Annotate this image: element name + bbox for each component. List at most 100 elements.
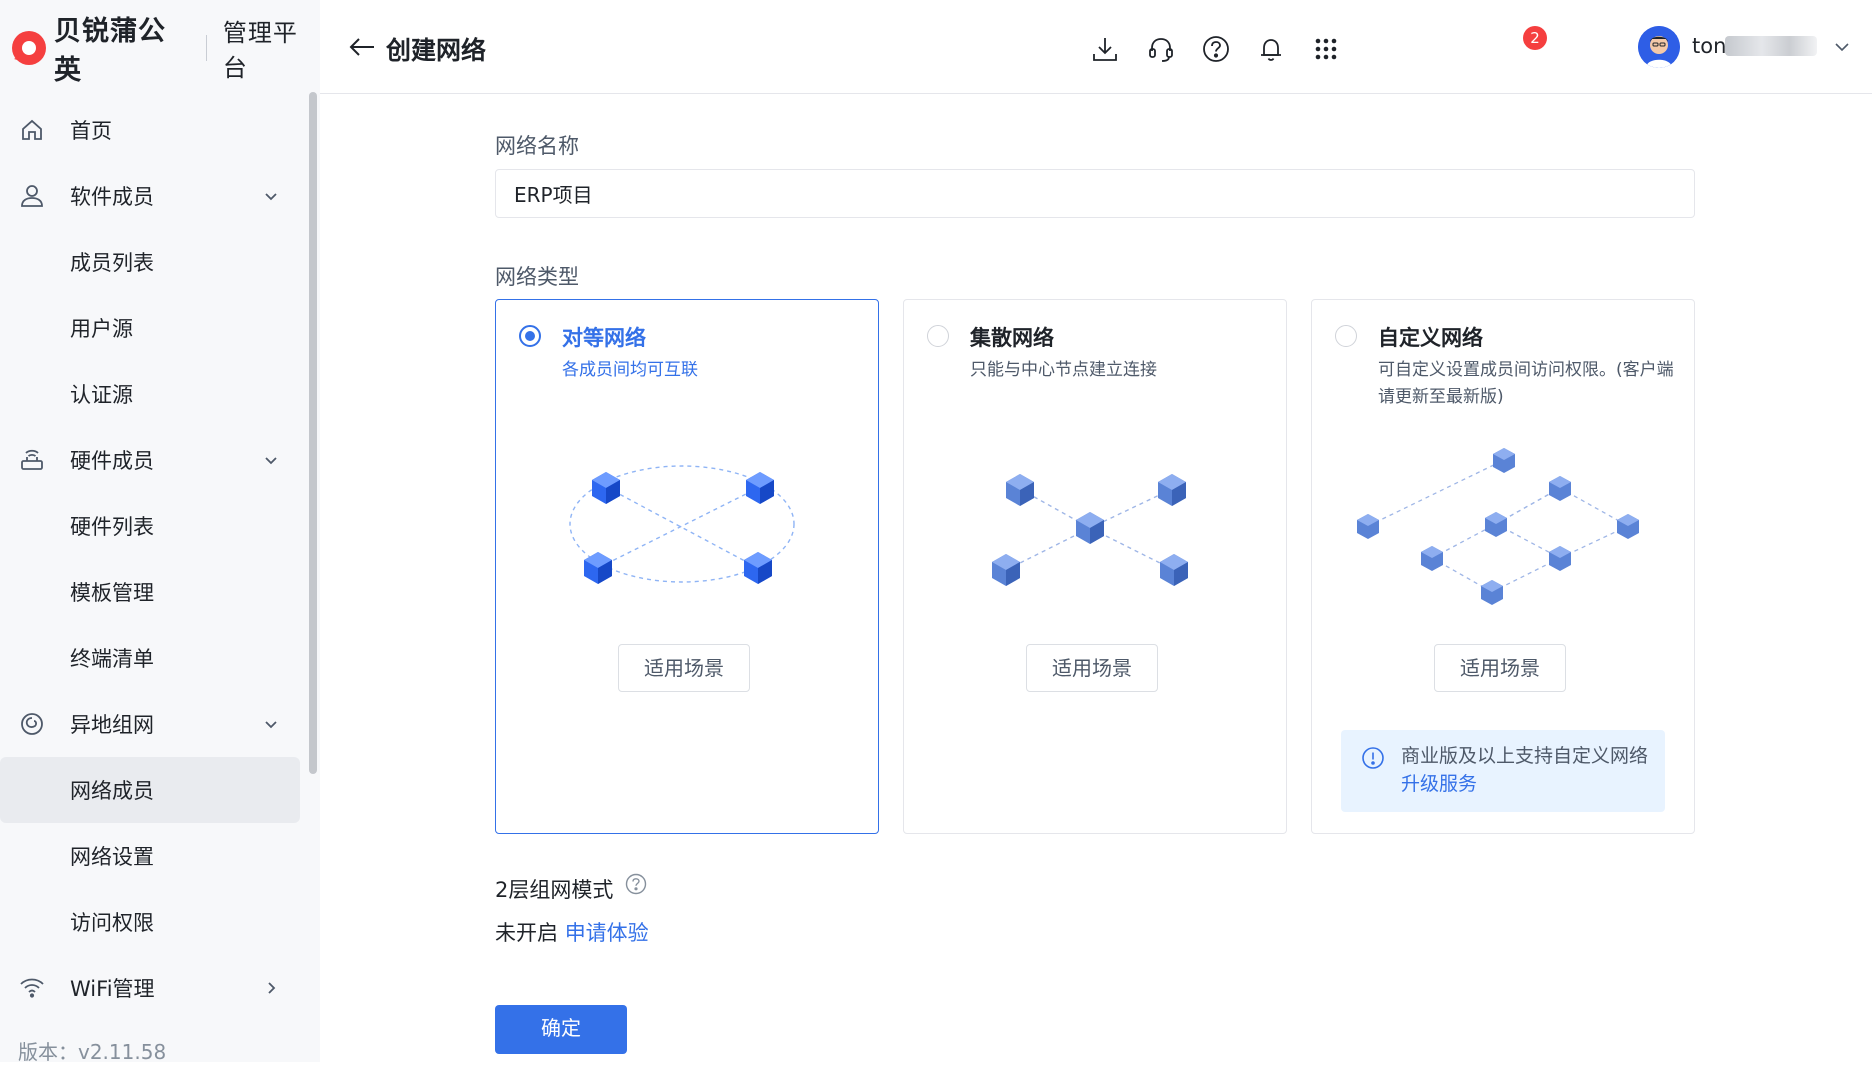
chevron-down-icon (265, 721, 277, 729)
sidebar-nav: 首页 软件成员 成员列表 用户源 认证源 硬件成员 硬件列表 模板管理 终端清单 (0, 97, 300, 1021)
node-cube-icon (1485, 512, 1507, 537)
sidebar-item-label: 网络设置 (70, 845, 154, 869)
sidebar-item-member-list[interactable]: 成员列表 (0, 229, 300, 295)
card-title: 自定义网络 (1378, 326, 1483, 350)
node-cube-icon (1158, 474, 1186, 506)
sidebar-item-label: 模板管理 (70, 581, 154, 605)
node-cube-icon (992, 554, 1020, 586)
network-type-label: 网络类型 (495, 265, 579, 289)
sidebar-item-label: 访问权限 (70, 911, 154, 935)
network-name-label: 网络名称 (495, 134, 579, 158)
page-title: 创建网络 (386, 36, 487, 65)
chevron-down-icon (265, 193, 277, 201)
sidebar-item-wifi[interactable]: WiFi管理 (0, 955, 300, 1021)
notification-badge: 2 (1523, 26, 1547, 50)
network-type-card-peer[interactable]: 对等网络 各成员间均可互联 适用场景 (495, 299, 879, 834)
node-cube-icon (1006, 474, 1034, 506)
network-name-input[interactable] (495, 169, 1695, 218)
node-cube-icon (1160, 554, 1188, 586)
node-cube-icon (746, 472, 774, 504)
router-icon (21, 449, 43, 470)
network-icon (21, 713, 43, 735)
node-cube-icon (592, 472, 620, 504)
chevron-down-icon (265, 457, 277, 465)
apps-grid-icon[interactable] (1311, 34, 1341, 64)
network-type-card-hub[interactable]: 集散网络 只能与中心节点建立连接 适用场景 (903, 299, 1287, 834)
top-header: 创建网络 2 ton (320, 0, 1872, 94)
user-icon (21, 185, 43, 207)
node-cube-icon (1493, 448, 1515, 473)
node-cube-icon (1481, 580, 1503, 605)
sidebar-item-label: 异地组网 (70, 713, 154, 737)
sidebar-item-template-management[interactable]: 模板管理 (0, 559, 300, 625)
upgrade-tip-text: 商业版及以上支持自定义网络 升级服务 (1401, 742, 1651, 798)
sidebar-item-network-members[interactable]: 网络成员 (0, 757, 300, 823)
hub-network-diagram (992, 474, 1188, 586)
radio-button[interactable] (1335, 325, 1357, 347)
node-cube-icon (1617, 514, 1639, 539)
avatar[interactable] (1638, 26, 1680, 68)
sidebar-item-hardware-list[interactable]: 硬件列表 (0, 493, 300, 559)
help-circle-icon[interactable] (625, 873, 647, 895)
node-cube-icon (1421, 546, 1443, 571)
brand-logo[interactable]: 贝锐蒲公英 管理平台 (10, 16, 320, 86)
node-cube-icon (1549, 476, 1571, 501)
node-cube-icon (584, 552, 612, 584)
sidebar-item-label: 软件成员 (70, 185, 154, 209)
back-arrow-icon[interactable] (348, 36, 376, 58)
sidebar-item-hardware-members[interactable]: 硬件成员 (0, 427, 300, 493)
sidebar-item-label: 网络成员 (70, 779, 154, 803)
sidebar-item-label: 认证源 (70, 383, 133, 407)
layer2-mode-label: 2层组网模式 (495, 878, 614, 902)
version-label: 版本：v2.11.58 (18, 1040, 167, 1064)
username[interactable]: ton (1692, 34, 1726, 58)
sidebar-item-label: 用户源 (70, 317, 133, 341)
brand-name: 贝锐蒲公英 (54, 16, 166, 86)
sidebar-item-terminal-list[interactable]: 终端清单 (0, 625, 300, 691)
headset-icon[interactable] (1146, 34, 1176, 64)
sidebar-item-home[interactable]: 首页 (0, 97, 300, 163)
download-icon[interactable] (1090, 34, 1120, 64)
node-cube-icon (744, 552, 772, 584)
layer2-status: 未开启 申请体验 (495, 917, 649, 947)
apply-trial-link[interactable]: 申请体验 (565, 921, 649, 945)
brand-subtitle: 管理平台 (222, 19, 298, 82)
layer2-status-text: 未开启 (495, 921, 558, 945)
card-description: 只能与中心节点建立连接 (970, 360, 1157, 380)
network-type-card-custom[interactable]: 自定义网络 可自定义设置成员间访问权限。(客户端请更新至最新版) 适用场景 商业… (1311, 299, 1695, 834)
node-cube-icon (1076, 512, 1104, 544)
sidebar-item-user-source[interactable]: 用户源 (0, 295, 300, 361)
peer-network-diagram (569, 465, 795, 584)
sidebar-item-auth-source[interactable]: 认证源 (0, 361, 300, 427)
help-circle-icon[interactable] (1201, 34, 1231, 64)
sidebar-item-access-rights[interactable]: 访问权限 (0, 889, 300, 955)
card-description: 可自定义设置成员间访问权限。(客户端请更新至最新版) (1378, 360, 1674, 407)
upgrade-tip: 商业版及以上支持自定义网络 升级服务 (1341, 730, 1665, 812)
card-title: 对等网络 (562, 326, 646, 350)
username-redaction (1725, 36, 1817, 56)
sidebar: 贝锐蒲公英 管理平台 首页 软件成员 成员列表 用户源 认证源 硬件成员 硬件列… (0, 0, 320, 1064)
chevron-down-icon[interactable] (1833, 40, 1851, 54)
radio-button[interactable] (927, 325, 949, 347)
use-case-button[interactable]: 适用场景 (1434, 644, 1566, 692)
sidebar-item-remote-network[interactable]: 异地组网 (0, 691, 300, 757)
confirm-button[interactable]: 确定 (495, 1005, 627, 1054)
bell-icon[interactable] (1256, 34, 1286, 64)
info-icon (1362, 747, 1384, 769)
sidebar-item-label: 终端清单 (70, 647, 154, 671)
upgrade-service-link[interactable]: 升级服务 (1401, 773, 1477, 795)
home-icon (22, 119, 42, 140)
sidebar-item-software-members[interactable]: 软件成员 (0, 163, 300, 229)
sidebar-scrollbar[interactable] (309, 92, 317, 774)
sidebar-item-network-settings[interactable]: 网络设置 (0, 823, 300, 889)
use-case-button[interactable]: 适用场景 (618, 644, 750, 692)
radio-button[interactable] (519, 325, 541, 347)
use-case-button[interactable]: 适用场景 (1026, 644, 1158, 692)
sidebar-item-label: WiFi管理 (70, 977, 155, 1001)
card-title: 集散网络 (970, 326, 1054, 350)
upgrade-tip-message: 商业版及以上支持自定义网络 (1401, 745, 1649, 767)
logo-icon (10, 29, 48, 67)
chevron-right-icon (268, 982, 276, 994)
sidebar-item-label: 首页 (70, 119, 112, 143)
node-cube-icon (1549, 546, 1571, 571)
